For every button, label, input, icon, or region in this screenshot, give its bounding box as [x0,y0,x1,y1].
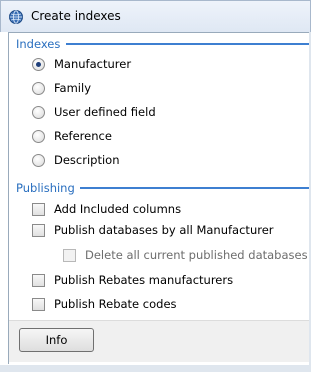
checkbox-add-included-columns[interactable]: Add Included columns [32,200,181,218]
radio-reference[interactable]: Reference [32,127,112,145]
dialog-footer: Info [9,320,311,362]
radio-button[interactable] [32,81,45,95]
radio-family[interactable]: Family [32,79,91,97]
radio-label: Family [54,81,92,95]
radio-button[interactable] [32,153,45,167]
checkbox-label: Add Included columns [54,202,182,216]
title-bar[interactable]: Create indexes [0,0,311,32]
checkbox[interactable] [32,297,45,311]
indexes-group-divider [66,43,309,45]
radio-label: Description [54,153,120,167]
checkbox[interactable] [32,273,45,287]
radio-button[interactable] [32,129,45,143]
checkbox[interactable] [32,223,45,237]
radio-user-defined-field[interactable]: User defined field [32,103,156,121]
publishing-group-header: Publishing [16,181,75,195]
radio-manufacturer[interactable]: Manufacturer [32,55,131,73]
radio-label: Manufacturer [54,57,132,71]
publishing-group-divider [80,187,309,189]
checkbox-disabled [63,248,76,262]
checkbox-delete-published-databases: Delete all current published databases [63,246,308,264]
radio-description[interactable]: Description [32,151,120,169]
radio-label: Reference [54,129,112,143]
checkbox-label: Publish databases by all Manufacturer [54,223,274,237]
window-bottom-border [0,365,311,372]
indexes-group-header: Indexes [16,37,61,51]
info-button[interactable]: Info [19,328,94,352]
window-right-border [309,32,311,365]
checkbox-label: Publish Rebates manufacturers [54,273,234,287]
checkbox-publish-rebates-manufacturers[interactable]: Publish Rebates manufacturers [32,271,233,289]
window-title: Create indexes [31,9,121,23]
checkbox-publish-rebate-codes[interactable]: Publish Rebate codes [32,295,177,313]
checkbox-label: Delete all current published databases [85,248,308,262]
radio-button[interactable] [32,105,45,119]
checkbox-publish-databases-by-manufacturer[interactable]: Publish databases by all Manufacturer [32,221,274,239]
radio-button-checked[interactable] [32,57,45,71]
radio-label: User defined field [54,105,156,119]
create-indexes-dialog: Create indexes Indexes Manufacturer Fami… [0,0,311,372]
checkbox-label: Publish Rebate codes [54,297,177,311]
globe-icon [9,10,23,24]
checkbox[interactable] [32,202,45,216]
